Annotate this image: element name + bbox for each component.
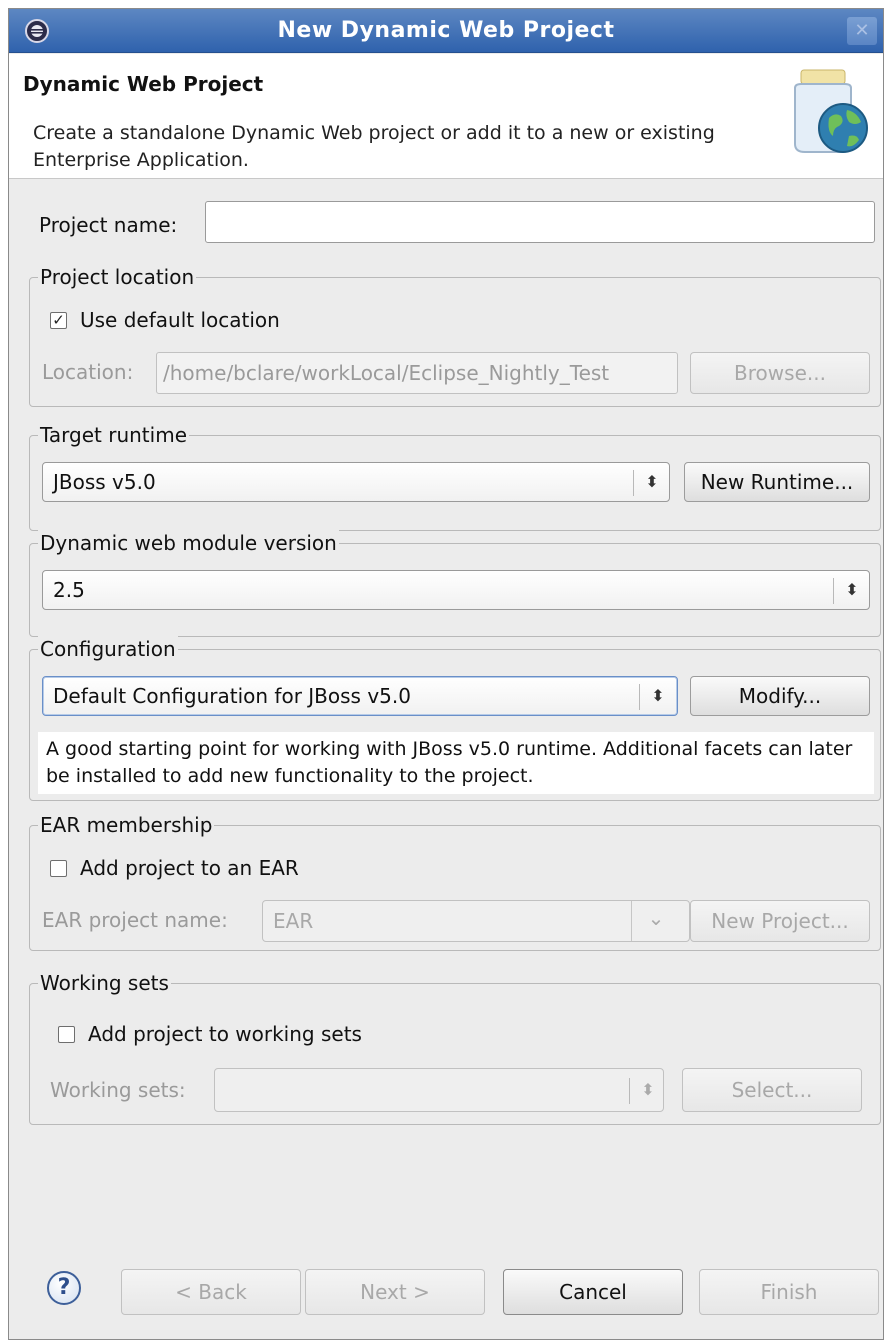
dropdown-arrow-icon: ⌄ [647,906,665,930]
configuration-value: Default Configuration for JBoss v5.0 [53,684,411,708]
working-sets-group: Working sets Add project to working sets… [29,970,881,1125]
ear-membership-label: EAR membership [38,812,215,838]
updown-arrow-icon: ⬍ [651,686,665,705]
add-to-working-sets-checkbox[interactable] [58,1026,75,1043]
combo-separator [631,901,632,941]
project-name-input[interactable] [205,201,875,243]
updown-arrow-icon: ⬍ [845,580,859,599]
target-runtime-value: JBoss v5.0 [53,470,156,494]
cancel-button[interactable]: Cancel [503,1269,683,1315]
updown-arrow-icon: ⬍ [641,1080,655,1099]
add-to-working-sets-label: Add project to working sets [88,1022,362,1046]
location-label: Location: [42,360,134,384]
window-title: New Dynamic Web Project [277,18,615,43]
combo-separator [833,578,834,604]
project-name-label: Project name: [39,213,178,237]
finish-button[interactable]: Finish [699,1269,879,1315]
new-project-button[interactable]: New Project... [690,900,870,942]
module-version-value: 2.5 [53,578,85,602]
module-version-label: Dynamic web module version [38,530,339,556]
dialog-window: New Dynamic Web Project ✕ Dynamic Web Pr… [8,8,884,1340]
next-button[interactable]: Next > [305,1269,485,1315]
working-sets-field-label: Working sets: [50,1078,186,1102]
location-input[interactable]: /home/bclare/workLocal/Eclipse_Nightly_T… [156,352,678,394]
select-button[interactable]: Select... [682,1068,862,1112]
wizard-header: Dynamic Web Project Create a standalone … [9,54,883,179]
module-version-select[interactable]: 2.5 ⬍ [42,570,870,610]
target-runtime-group: Target runtime JBoss v5.0 ⬍ New Runtime.… [29,422,881,531]
ear-project-select[interactable]: EAR ⌄ [262,900,690,942]
close-button[interactable]: ✕ [847,17,877,45]
ear-project-name-label: EAR project name: [42,908,228,932]
use-default-location-checkbox[interactable]: ✓ [50,312,67,329]
add-to-ear-label: Add project to an EAR [80,856,299,880]
title-bar[interactable]: New Dynamic Web Project ✕ [9,9,883,53]
back-button[interactable]: < Back [121,1269,301,1315]
module-version-group: Dynamic web module version 2.5 ⬍ [29,530,881,637]
combo-separator [633,470,634,496]
target-runtime-label: Target runtime [38,422,189,448]
working-sets-label: Working sets [38,970,171,996]
working-sets-select[interactable]: ⬍ [214,1068,664,1112]
browse-button[interactable]: Browse... [690,352,870,394]
configuration-description: A good starting point for working with J… [38,732,874,794]
use-default-location-label: Use default location [80,308,280,332]
configuration-label: Configuration [38,636,178,662]
page-title: Dynamic Web Project [23,72,264,96]
project-location-group: Project location ✓ Use default location … [29,264,881,407]
add-to-ear-checkbox[interactable] [50,860,67,877]
configuration-select[interactable]: Default Configuration for JBoss v5.0 ⬍ [42,676,678,716]
help-icon[interactable]: ? [47,1271,81,1305]
combo-separator [639,684,640,710]
updown-arrow-icon: ⬍ [645,472,659,491]
page-description: Create a standalone Dynamic Web project … [33,122,715,171]
web-project-jar-icon [794,69,868,153]
modify-button[interactable]: Modify... [690,676,870,716]
new-runtime-button[interactable]: New Runtime... [684,462,870,502]
combo-separator [629,1078,630,1104]
configuration-group: Configuration Default Configuration for … [29,636,881,801]
project-location-label: Project location [38,264,197,290]
target-runtime-select[interactable]: JBoss v5.0 ⬍ [42,462,670,502]
ear-project-value: EAR [273,909,314,933]
ear-membership-group: EAR membership Add project to an EAR EAR… [29,812,881,951]
